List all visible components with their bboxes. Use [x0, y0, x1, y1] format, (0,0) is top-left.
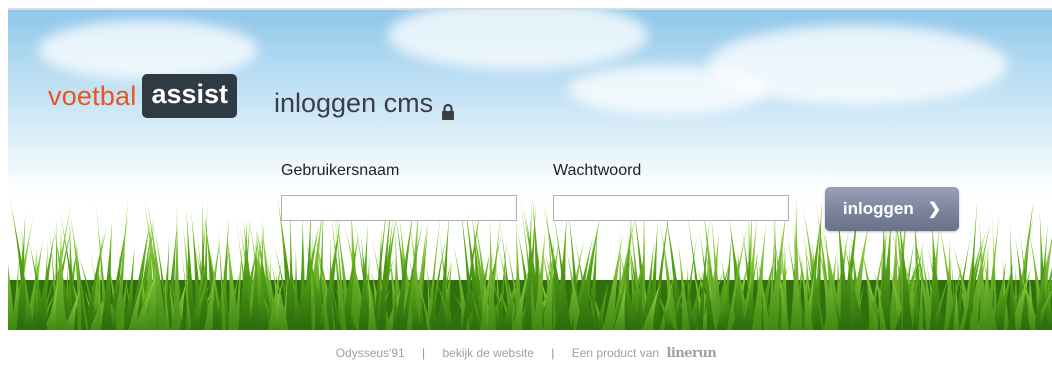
cloud — [388, 10, 648, 70]
chevron-right-icon: ❯ — [927, 201, 942, 218]
header-banner: voetbal assist inloggen cms Gebruikersna… — [8, 8, 1052, 330]
logo-word-assist: assist — [142, 74, 238, 118]
grass-blade — [929, 220, 942, 330]
username-label: Gebruikersnaam — [281, 162, 400, 179]
footer-separator: | — [551, 346, 555, 360]
login-page: voetbal assist inloggen cms Gebruikersna… — [0, 0, 1052, 369]
website-link[interactable]: bekijk de website — [443, 346, 534, 360]
footer: Odysseus'91 | bekijk de website | Een pr… — [0, 346, 1052, 361]
login-button[interactable]: inloggen ❯ — [825, 187, 959, 231]
password-label: Wachtwoord — [553, 162, 642, 179]
username-input[interactable] — [281, 195, 517, 221]
cloud — [568, 65, 768, 115]
password-input[interactable] — [553, 195, 789, 221]
footer-club-name: Odysseus'91 — [335, 346, 405, 360]
page-title-text: inloggen cms — [274, 88, 434, 118]
logo-word-voetbal: voetbal — [48, 80, 137, 111]
linerun-logo[interactable]: linerun — [666, 346, 716, 361]
lock-icon — [441, 97, 455, 120]
voetbal-assist-logo: voetbal assist — [48, 74, 238, 118]
page-title: inloggen cms — [274, 88, 455, 120]
login-button-label: inloggen — [842, 199, 914, 218]
footer-product-text: Een product van — [571, 346, 660, 360]
cloud — [38, 20, 258, 80]
footer-separator: | — [422, 346, 426, 360]
